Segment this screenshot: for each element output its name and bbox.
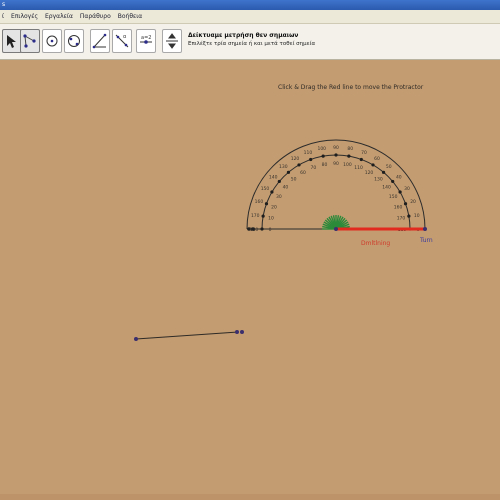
protractor-tick	[381, 170, 386, 174]
protractor-tick	[359, 157, 363, 162]
protractor: 180170160150140130120110100 90 80706050403…	[246, 139, 433, 247]
segment-end-point-2[interactable]	[240, 330, 244, 334]
protractor-tick	[403, 202, 408, 206]
protractor-outer-label: 20	[410, 199, 416, 205]
protractor-tick	[261, 214, 265, 218]
protractor-inner-label: 140	[382, 185, 391, 191]
protractor-outer-label: 40	[396, 174, 402, 180]
protractor-inner-label: 110	[354, 165, 363, 171]
turn-label: Turn	[419, 237, 433, 244]
protractor-tick	[334, 153, 338, 157]
protractor-inner-label: 80	[322, 162, 328, 168]
protractor-center-point[interactable]	[334, 227, 338, 231]
protractor-left-end-point[interactable]	[247, 227, 251, 231]
protractor-tick	[286, 170, 291, 174]
protractor-outer-label: 130	[279, 164, 288, 170]
handle-label: Dmltlning	[361, 240, 390, 247]
segment-start-point[interactable]	[134, 337, 138, 341]
protractor-inner-label: 160	[394, 204, 403, 210]
protractor-outer-label: 30	[404, 186, 410, 192]
protractor-turn-point[interactable]	[423, 227, 427, 231]
protractor-tick	[277, 179, 281, 184]
protractor-inner-label: 20	[271, 204, 277, 210]
protractor-tick	[407, 214, 411, 218]
protractor-inner-label: 130	[374, 176, 383, 182]
protractor-outer-label: 70	[361, 150, 367, 156]
protractor-inner-label: 40	[283, 185, 289, 191]
segment[interactable]	[134, 330, 244, 341]
protractor-tick	[347, 154, 351, 158]
protractor-outer-label: 140	[269, 174, 278, 180]
protractor-inner-label: 50	[291, 176, 297, 182]
protractor-inner-label: 150	[389, 194, 398, 200]
protractor-inner-label: 10	[268, 216, 274, 222]
protractor-outer-label: 60	[374, 156, 380, 162]
protractor-tick	[260, 227, 264, 231]
protractor-inner-label: 30	[276, 194, 282, 200]
protractor-outer-label: 80	[347, 146, 353, 152]
segment-end-point[interactable]	[235, 330, 239, 334]
protractor-left-end-point-2[interactable]	[251, 227, 255, 231]
protractor-outer-label: 10	[414, 213, 420, 219]
protractor-inner-label: 170	[397, 216, 406, 222]
protractor-inner-label: 0	[269, 227, 272, 233]
protractor-tick	[297, 163, 301, 167]
segment-line[interactable]	[135, 331, 239, 340]
protractor-outer-label: 100	[317, 146, 326, 152]
protractor-tick	[264, 202, 269, 206]
protractor-inner-label: 90	[333, 161, 339, 167]
protractor-outer-label: 90	[333, 145, 339, 151]
protractor-tick	[321, 154, 325, 158]
protractor-tick	[270, 190, 274, 194]
protractor-outer-label: 150	[261, 186, 270, 192]
protractor-tick	[371, 163, 375, 167]
protractor-inner-label: 70	[311, 165, 317, 171]
protractor-inner-label: 100	[343, 162, 352, 168]
protractor-center-fan	[322, 215, 350, 230]
protractor-outer-label: 170	[251, 213, 260, 219]
graphics-view[interactable]: 180170160150140130120110100 90 80706050403…	[0, 0, 500, 500]
protractor-tick	[398, 190, 402, 194]
protractor-outer-label: 160	[255, 199, 264, 205]
protractor-outer-label: 120	[291, 156, 300, 162]
protractor-outer-label: 50	[386, 164, 392, 170]
protractor-tick	[391, 179, 395, 184]
protractor-tick	[309, 157, 313, 162]
protractor-inner-label: 120	[365, 170, 374, 176]
protractor-outer-label: 110	[304, 150, 313, 156]
status-strip	[0, 494, 500, 500]
protractor-inner-label: 60	[300, 170, 306, 176]
